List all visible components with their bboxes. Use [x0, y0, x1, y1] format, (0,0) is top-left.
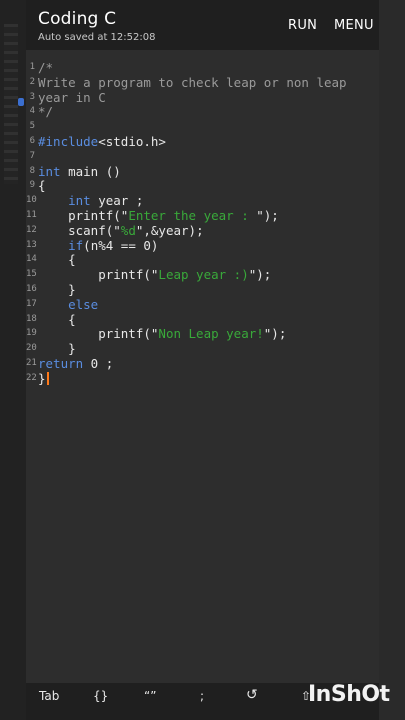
- line-number: 8: [29, 165, 35, 176]
- line-number: 2: [29, 76, 35, 87]
- code-line[interactable]: 18 {: [26, 312, 379, 327]
- line-number: 17: [26, 298, 37, 309]
- line-number: 20: [26, 343, 37, 354]
- code-line[interactable]: 17 else: [26, 297, 379, 312]
- code-line[interactable]: 3 year in C: [26, 90, 379, 105]
- line-number: 22: [26, 372, 37, 383]
- line-number: 4: [29, 106, 35, 117]
- code-line[interactable]: 9{: [26, 178, 379, 193]
- code-text[interactable]: year in C: [38, 90, 106, 105]
- code-line[interactable]: 22}: [26, 371, 379, 386]
- background-blur: [4, 24, 18, 184]
- code-text[interactable]: }: [38, 371, 49, 386]
- line-number: 15: [26, 269, 37, 280]
- code-line[interactable]: 8 int main (): [26, 164, 379, 179]
- code-text[interactable]: /*: [38, 60, 53, 75]
- menu-button[interactable]: MENU: [334, 18, 374, 33]
- line-number: 14: [26, 254, 37, 265]
- code-text[interactable]: printf("Non Leap year!");: [38, 326, 286, 341]
- app-bar: Coding C Auto saved at 12:52:08 RUN MENU: [26, 0, 379, 50]
- code-text[interactable]: {: [38, 252, 76, 267]
- line-number: 18: [26, 313, 37, 324]
- line-number: 7: [29, 150, 35, 161]
- tab-key[interactable]: Tab: [39, 689, 59, 703]
- code-line[interactable]: 19 printf("Non Leap year!");: [26, 326, 379, 341]
- line-number: 21: [26, 358, 37, 368]
- code-line[interactable]: 1/*: [26, 60, 379, 75]
- code-text[interactable]: */: [38, 104, 53, 119]
- code-text[interactable]: int main (): [38, 164, 121, 179]
- code-line[interactable]: 13 if(n%4 == 0): [26, 238, 379, 253]
- code-text[interactable]: int year ;: [38, 193, 143, 208]
- left-background: [0, 0, 26, 720]
- code-line[interactable]: 10 int year ;: [26, 193, 379, 208]
- code-line[interactable]: 7: [26, 149, 379, 164]
- gutter-marker: [18, 98, 24, 106]
- right-background: [379, 0, 405, 720]
- code-line[interactable]: 4 */: [26, 104, 379, 119]
- code-line[interactable]: 6 #include<stdio.h>: [26, 134, 379, 149]
- app-title: Coding C: [38, 9, 117, 29]
- autosave-status: Auto saved at 12:52:08: [38, 32, 156, 43]
- line-number: 11: [26, 210, 37, 220]
- code-text[interactable]: scanf("%d",&year);: [38, 223, 204, 238]
- line-number: 3: [29, 91, 35, 102]
- code-text[interactable]: }: [38, 341, 76, 356]
- code-line[interactable]: 21 return 0 ;: [26, 356, 379, 371]
- code-text[interactable]: printf("Enter the year : ");: [38, 208, 279, 223]
- line-number: 6: [29, 136, 35, 146]
- app-window: Coding C Auto saved at 12:52:08 RUN MENU…: [18, 0, 379, 720]
- inshot-watermark: InShOt: [308, 682, 390, 707]
- line-number: 19: [26, 328, 37, 339]
- quote-key[interactable]: “”: [144, 689, 156, 703]
- code-text[interactable]: return 0 ;: [38, 356, 113, 371]
- code-text[interactable]: }: [38, 282, 76, 297]
- run-button[interactable]: RUN: [288, 18, 317, 33]
- code-text[interactable]: else: [38, 297, 98, 312]
- line-number: 5: [29, 121, 35, 132]
- code-text[interactable]: printf("Leap year :)");: [38, 267, 271, 282]
- code-text[interactable]: Write a program to check leap or non lea…: [38, 75, 347, 90]
- code-line[interactable]: 16 }: [26, 282, 379, 297]
- code-text[interactable]: {: [38, 312, 76, 327]
- code-line[interactable]: 5: [26, 119, 379, 134]
- code-line[interactable]: 11 printf("Enter the year : ");: [26, 208, 379, 223]
- line-number: 13: [26, 239, 37, 250]
- code-line[interactable]: 20 }: [26, 341, 379, 356]
- line-number: 9: [29, 180, 35, 191]
- line-number: 12: [26, 224, 37, 235]
- line-number: 10: [26, 195, 37, 206]
- code-editor[interactable]: 1/* 2 Write a program to check leap or non…: [18, 60, 379, 390]
- code-line[interactable]: 12 scanf("%d",&year);: [26, 223, 379, 238]
- undo-icon[interactable]: ↺: [246, 687, 258, 703]
- code-text[interactable]: {: [38, 178, 46, 193]
- code-text[interactable]: #include<stdio.h>: [38, 134, 166, 149]
- line-number: 16: [26, 284, 37, 294]
- code-line[interactable]: 14 {: [26, 252, 379, 267]
- code-line[interactable]: 2 Write a program to check leap or non le…: [26, 75, 379, 90]
- code-text[interactable]: if(n%4 == 0): [38, 238, 158, 253]
- semicolon-key[interactable]: ;: [200, 689, 204, 703]
- line-number: 1: [29, 62, 35, 72]
- code-line[interactable]: 15 printf("Leap year :)");: [26, 267, 379, 282]
- brace-key[interactable]: {}: [93, 689, 108, 703]
- text-cursor: [46, 371, 49, 385]
